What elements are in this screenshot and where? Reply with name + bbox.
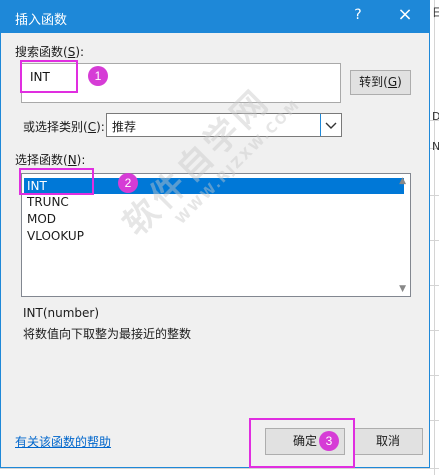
dialog-title: 插入函数 [15,13,68,28]
function-list-item[interactable]: MOD [27,211,56,227]
sheet-fragment: D [432,110,439,123]
category-select-value: 推荐 [112,120,137,134]
ok-highlight-box [249,418,355,468]
help-icon[interactable]: ? [349,7,367,23]
function-help-link[interactable]: 有关该函数的帮助 [15,433,111,450]
function-list-item[interactable]: VLOOKUP [27,228,84,244]
dialog-titlebar[interactable]: 插入函数 ? × [1,1,429,33]
step-badge: 1 [88,66,108,86]
scroll-down-icon[interactable]: ▼ [399,284,406,294]
step-badge: 3 [319,431,339,451]
close-icon[interactable]: × [395,4,415,25]
cancel-button[interactable]: 取消 [353,428,423,455]
category-label: 或选择类别(C): [23,120,105,134]
sheet-fragment: 日 [432,6,439,19]
function-signature: INT(number) [23,306,100,320]
step-badge: 2 [118,173,138,193]
function-highlight-box [19,168,94,195]
search-label: 搜索函数(S): [15,45,85,59]
search-highlight-box [20,60,78,93]
function-description: 将数值向下取整为最接近的整数 [23,327,192,341]
sheet-fragment: N [432,140,439,153]
scroll-up-icon[interactable]: ▲ [399,176,406,186]
sheet-gridline [0,468,439,469]
function-list-item[interactable]: TRUNC [27,194,69,210]
function-list-label: 选择函数(N): [15,153,86,167]
sheet-gridline [434,0,435,475]
chevron-down-icon[interactable] [320,114,341,136]
goto-button[interactable]: 转到(G) [350,70,411,95]
